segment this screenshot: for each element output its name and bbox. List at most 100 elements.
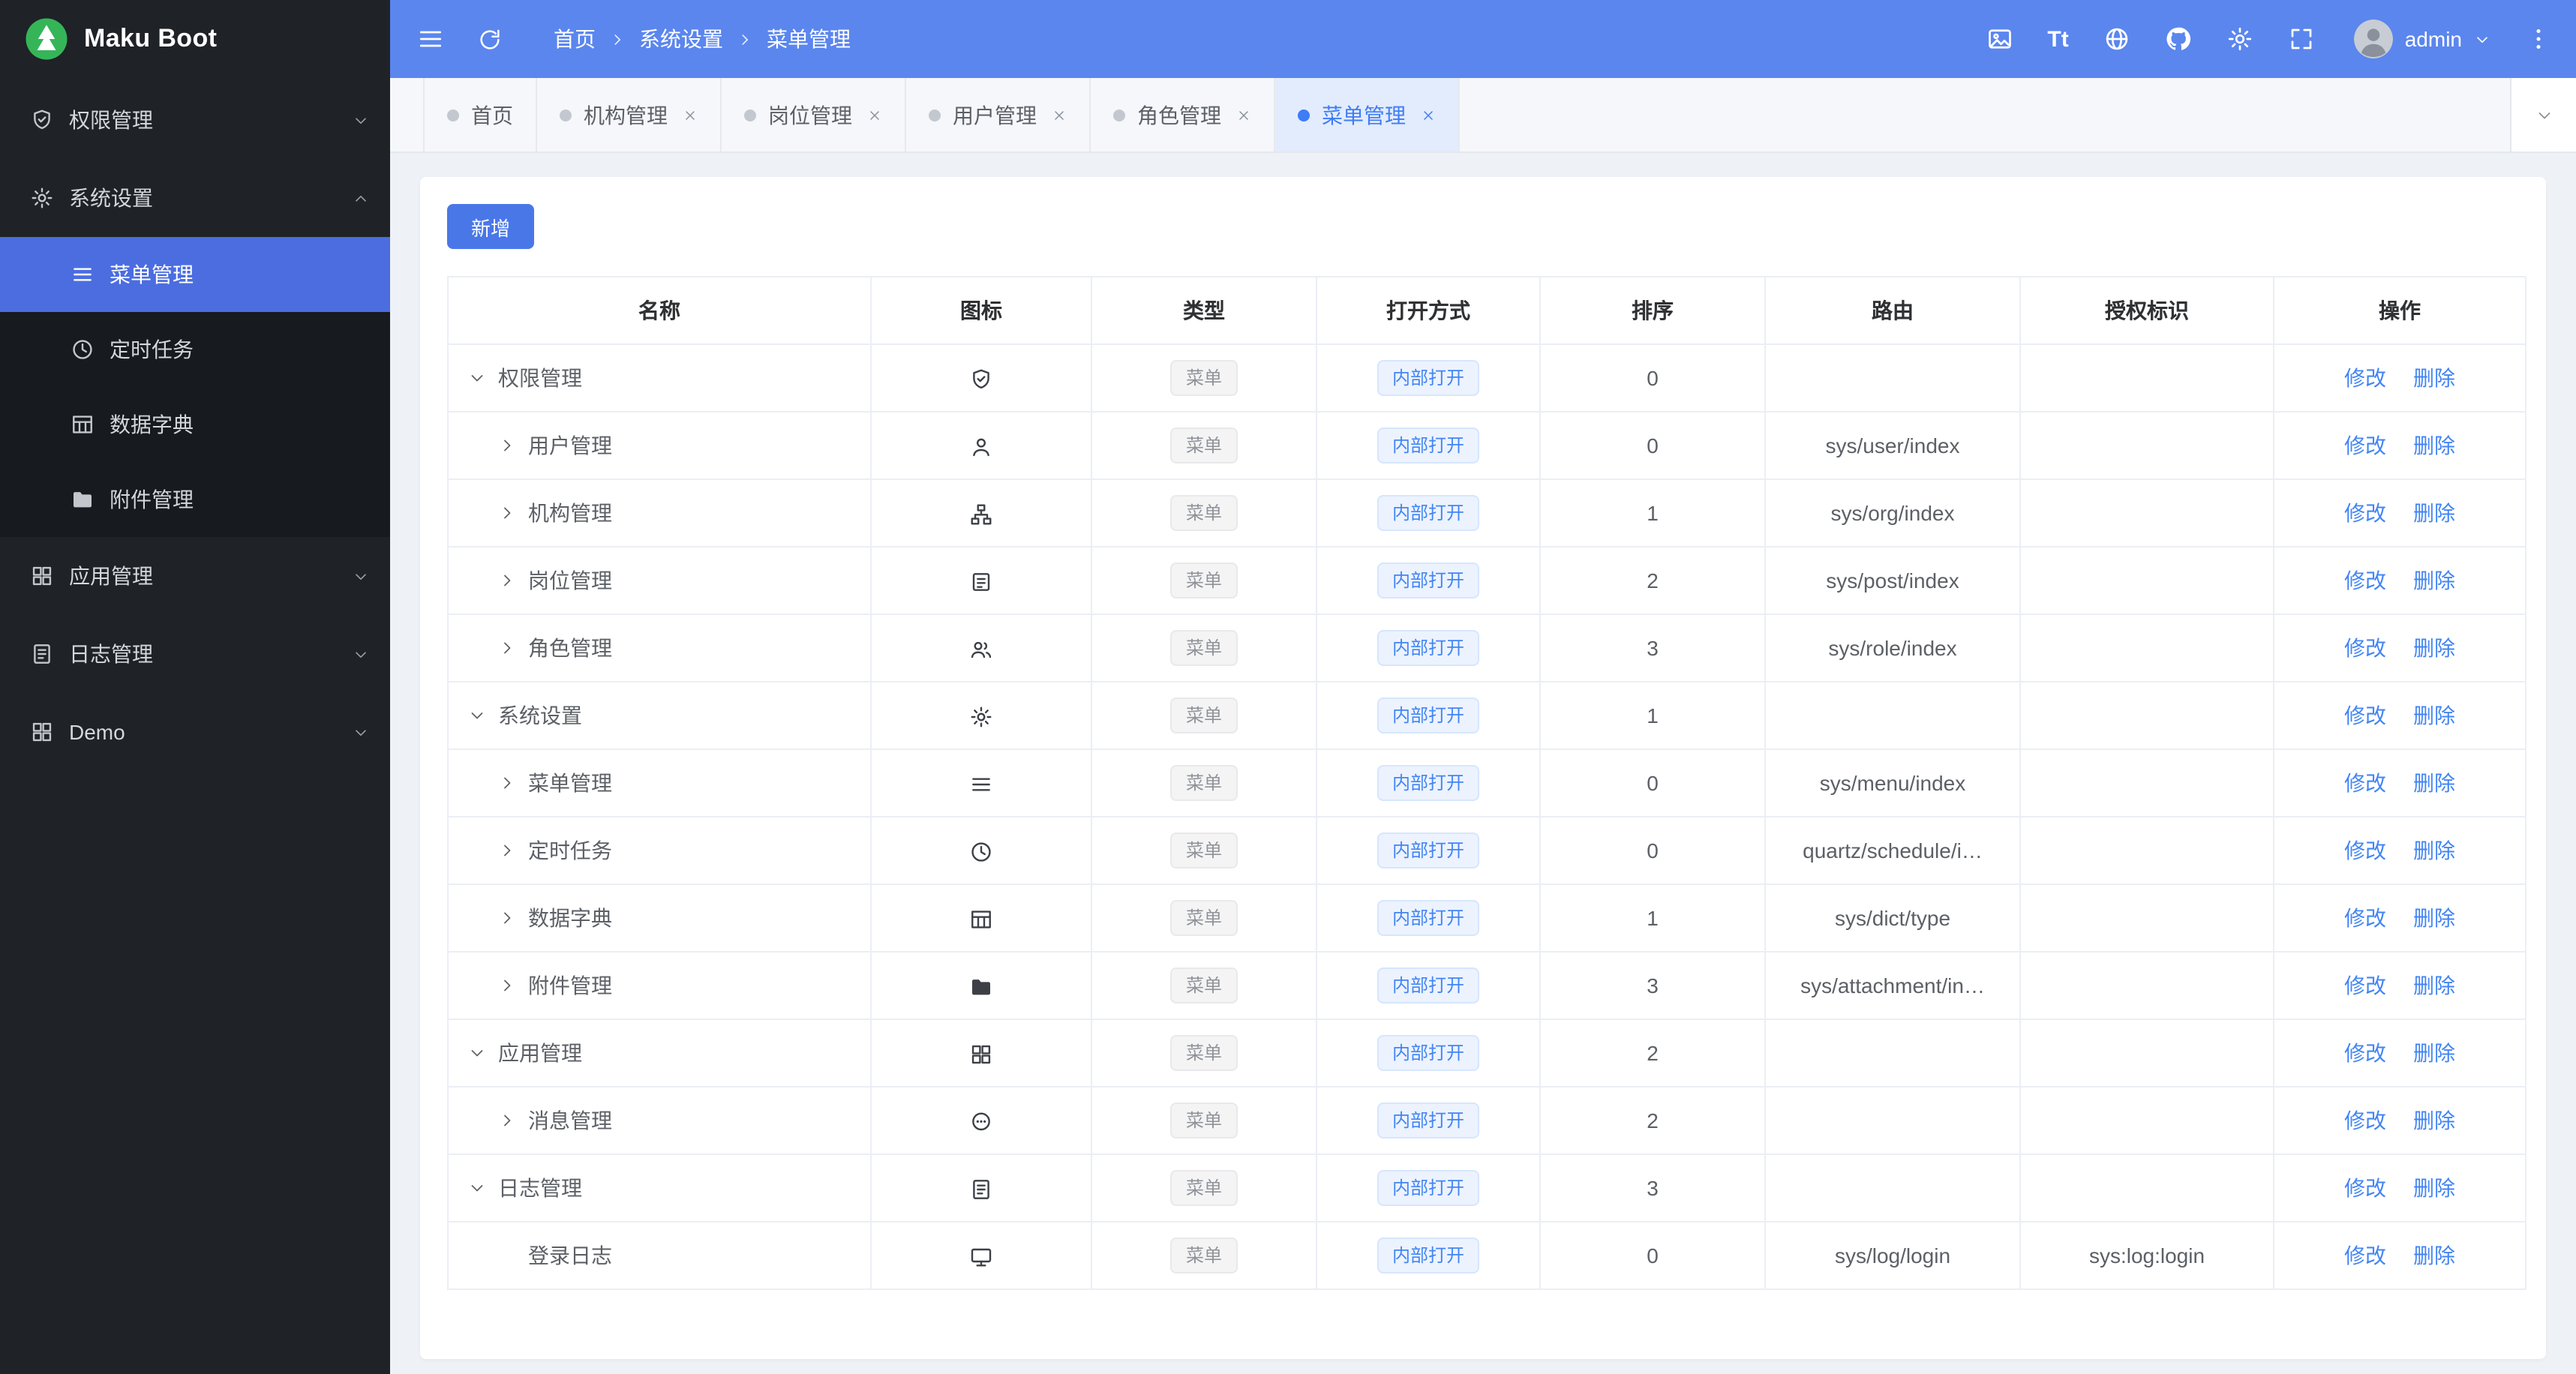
edit-link[interactable]: 修改	[2344, 906, 2386, 930]
sidebar-item-logs[interactable]: 日志管理	[0, 615, 390, 693]
tab-home[interactable]: 首页	[423, 78, 537, 152]
edit-link[interactable]: 修改	[2344, 568, 2386, 592]
table-row: 应用管理 菜单 内部打开 2 修改 删除	[447, 1018, 2526, 1088]
edit-link[interactable]: 修改	[2344, 771, 2386, 795]
sort-cell: 3	[1539, 1154, 1766, 1222]
sidebar-item-application[interactable]: 应用管理	[0, 537, 390, 615]
delete-link[interactable]: 删除	[2413, 366, 2455, 390]
delete-link[interactable]: 删除	[2413, 1244, 2455, 1268]
edit-link[interactable]: 修改	[2344, 974, 2386, 998]
delete-link[interactable]: 删除	[2413, 434, 2455, 458]
app-logo: Maku Boot	[0, 0, 390, 78]
tree-expand-icon[interactable]	[497, 772, 518, 794]
type-tag: 菜单	[1170, 1035, 1237, 1071]
tabs-dropdown-button[interactable]	[2510, 78, 2576, 152]
auth-cell	[2019, 546, 2274, 615]
menu-name-cell: 应用管理	[447, 1018, 872, 1088]
sidebar-item-scheduled-tasks[interactable]: 定时任务	[0, 312, 390, 387]
sidebar-item-demo[interactable]: Demo	[0, 693, 390, 771]
chevron-down-icon	[2474, 31, 2490, 47]
breadcrumb-item[interactable]: 菜单管理	[767, 24, 851, 54]
sidebar-item-permission[interactable]: 权限管理	[0, 81, 390, 159]
tree-collapse-icon[interactable]	[467, 1042, 488, 1064]
tree-expand-icon[interactable]	[497, 570, 518, 591]
delete-link[interactable]: 删除	[2413, 568, 2455, 592]
sidebar-item-label: 数据字典	[110, 412, 194, 436]
edit-link[interactable]: 修改	[2344, 1176, 2386, 1200]
tree-expand-icon[interactable]	[497, 638, 518, 658]
sidebar-item-system[interactable]: 系统设置	[0, 159, 390, 237]
close-icon[interactable]	[683, 107, 698, 122]
tree-collapse-icon[interactable]	[467, 1178, 488, 1198]
github-icon[interactable]	[2165, 26, 2192, 52]
tab-role-management[interactable]: 角色管理	[1091, 78, 1275, 152]
fullscreen-icon[interactable]	[2288, 26, 2315, 52]
delete-link[interactable]: 删除	[2413, 501, 2455, 525]
delete-link[interactable]: 删除	[2413, 1108, 2455, 1132]
breadcrumb-item[interactable]: 系统设置	[639, 24, 723, 54]
tree-expand-icon[interactable]	[497, 840, 518, 861]
more-icon[interactable]	[2525, 26, 2552, 52]
column-header-open-mode: 打开方式	[1316, 276, 1541, 345]
sidebar-item-attachments[interactable]: 附件管理	[0, 462, 390, 537]
delete-link[interactable]: 删除	[2413, 1176, 2455, 1200]
edit-link[interactable]: 修改	[2344, 434, 2386, 458]
route-cell	[1764, 1154, 2021, 1222]
language-icon[interactable]	[2103, 26, 2130, 52]
sidebar-item-menu-management[interactable]: 菜单管理	[0, 237, 390, 312]
tab-post-management[interactable]: 岗位管理	[722, 78, 906, 152]
close-icon[interactable]	[1236, 107, 1251, 122]
close-icon[interactable]	[867, 107, 882, 122]
theme-settings-icon[interactable]	[2226, 26, 2253, 52]
tree-expand-icon[interactable]	[497, 908, 518, 928]
tree-expand-icon[interactable]	[497, 1110, 518, 1131]
user-menu[interactable]: admin	[2354, 20, 2490, 58]
tab-menu-management[interactable]: 菜单管理	[1275, 78, 1460, 152]
edit-link[interactable]: 修改	[2344, 1108, 2386, 1132]
add-button[interactable]: 新增	[447, 204, 535, 249]
tree-expand-icon[interactable]	[497, 975, 518, 996]
delete-link[interactable]: 删除	[2413, 974, 2455, 998]
refresh-button[interactable]	[477, 26, 503, 52]
tab-user-management[interactable]: 用户管理	[906, 78, 1091, 152]
tree-expand-icon[interactable]	[497, 435, 518, 456]
menu-management-card: 新增 名称 图标 类型 打开方式 排序 路由 授权标识 操作 权限管理 菜单 内…	[420, 177, 2546, 1359]
delete-link[interactable]: 删除	[2413, 704, 2455, 728]
edit-link[interactable]: 修改	[2344, 1041, 2386, 1065]
edit-link[interactable]: 修改	[2344, 704, 2386, 728]
chevron-down-icon	[353, 724, 369, 740]
actions-cell: 修改 删除	[2273, 884, 2526, 952]
delete-link[interactable]: 删除	[2413, 771, 2455, 795]
tab-dot	[1298, 109, 1310, 121]
open-mode-tag: 内部打开	[1377, 1102, 1479, 1138]
delete-link[interactable]: 删除	[2413, 636, 2455, 660]
actions-cell: 修改 删除	[2273, 1018, 2526, 1088]
delete-link[interactable]: 删除	[2413, 1041, 2455, 1065]
table-row: 菜单管理 菜单 内部打开 0 sys/menu/index 修改 删除	[447, 748, 2526, 818]
close-icon[interactable]	[1052, 107, 1067, 122]
edit-link[interactable]: 修改	[2344, 501, 2386, 525]
open-mode-cell: 内部打开	[1316, 1221, 1541, 1290]
edit-link[interactable]: 修改	[2344, 366, 2386, 390]
type-tag: 菜单	[1170, 428, 1237, 464]
tab-org-management[interactable]: 机构管理	[537, 78, 722, 152]
tree-collapse-icon[interactable]	[467, 368, 488, 388]
actions-cell: 修改 删除	[2273, 546, 2526, 615]
tree-expand-icon[interactable]	[497, 502, 518, 524]
screenshot-icon[interactable]	[1986, 26, 2013, 52]
edit-link[interactable]: 修改	[2344, 636, 2386, 660]
menu-type-cell: 菜单	[1091, 546, 1317, 615]
menu-icon-cell	[870, 546, 1092, 615]
sidebar-item-data-dictionary[interactable]: 数据字典	[0, 387, 390, 462]
close-icon[interactable]	[1421, 107, 1436, 122]
edit-link[interactable]: 修改	[2344, 1244, 2386, 1268]
message-icon	[969, 1109, 993, 1133]
delete-link[interactable]: 删除	[2413, 906, 2455, 930]
breadcrumb-item[interactable]: 首页	[554, 24, 596, 54]
tree-collapse-icon[interactable]	[467, 705, 488, 726]
delete-link[interactable]: 删除	[2413, 838, 2455, 862]
edit-link[interactable]: 修改	[2344, 838, 2386, 862]
collapse-sidebar-button[interactable]	[417, 26, 444, 52]
open-mode-cell: 内部打开	[1316, 681, 1541, 750]
font-size-icon[interactable]: Tt	[2047, 28, 2068, 50]
